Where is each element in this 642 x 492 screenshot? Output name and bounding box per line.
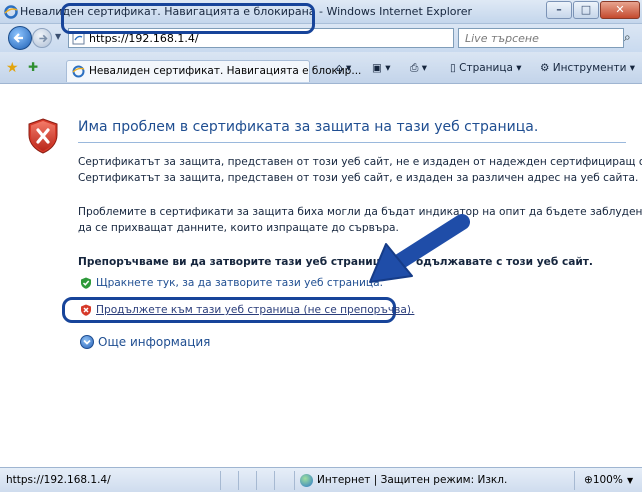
search-input[interactable]: Live търсене — [458, 28, 624, 48]
security-zone-label[interactable]: Интернет | Защитен режим: Изкл. — [317, 474, 507, 486]
status-divider — [256, 471, 257, 490]
internet-zone-icon — [300, 474, 313, 487]
zoom-value: 100% — [592, 474, 623, 486]
favorites-star-icon[interactable]: ★ — [6, 60, 19, 76]
forward-arrow-icon — [39, 34, 48, 43]
tab-highlight-frame — [61, 3, 315, 34]
search-icon[interactable]: ⌕ — [624, 30, 631, 45]
page-title: Има проблем в сертификата за защита на т… — [78, 119, 539, 135]
history-dropdown-icon[interactable]: ▼ — [55, 32, 61, 41]
zoom-level[interactable]: ⊕100% — [584, 474, 623, 486]
expand-down-icon[interactable] — [80, 335, 94, 349]
forward-button[interactable] — [32, 28, 52, 48]
page-menu-icon: ▯ — [450, 62, 456, 74]
status-divider — [294, 471, 295, 490]
back-button[interactable] — [8, 26, 32, 50]
cert-issue-line-1: Сертификатът за защита, представен от то… — [78, 156, 642, 168]
shield-error-small-icon — [81, 304, 91, 316]
status-divider — [574, 471, 575, 490]
tab-label: Невалиден сертификат. Навигацията е блок… — [89, 65, 362, 77]
tab-page-icon — [72, 65, 85, 78]
page-menu-label: Страница — [459, 62, 513, 74]
continue-link[interactable]: Продължете към тази уеб страница (не се … — [96, 304, 414, 316]
status-url: https://192.168.1.4/ — [6, 474, 111, 486]
minimize-button[interactable]: – — [546, 1, 572, 19]
title-divider — [78, 142, 626, 143]
add-favorites-icon[interactable]: ✚ — [28, 60, 38, 74]
more-info-link[interactable]: Още информация — [98, 335, 210, 349]
close-icon: ✕ — [615, 3, 625, 16]
status-divider — [220, 471, 221, 490]
minimize-icon: – — [556, 3, 562, 16]
status-bar: https://192.168.1.4/ Интернет | Защитен … — [0, 467, 642, 492]
close-page-link[interactable]: Щракнете тук, за да затворите тази уеб с… — [96, 277, 383, 289]
maximize-button[interactable]: □ — [573, 1, 599, 19]
search-placeholder: Live търсене — [465, 32, 539, 45]
gear-icon: ⚙ — [540, 62, 550, 74]
status-divider — [238, 471, 239, 490]
maximize-icon: □ — [580, 3, 592, 16]
tab-current[interactable]: Невалиден сертификат. Навигацията е блок… — [66, 60, 361, 82]
shield-error-icon — [28, 118, 58, 154]
tools-menu-button[interactable]: ⚙ Инструменти ▾ — [540, 62, 635, 74]
back-arrow-icon — [13, 33, 23, 43]
pointer-arrow-icon — [369, 214, 470, 283]
cert-issue-line-2: Сертификатът за защита, представен от то… — [78, 172, 639, 184]
ie-logo-icon — [4, 5, 18, 19]
tab-toolbar: ★ ✚ Невалиден сертификат. Навигацията е … — [0, 52, 642, 84]
close-button[interactable]: ✕ — [600, 1, 640, 19]
zoom-dropdown-icon[interactable]: ▼ — [627, 476, 633, 485]
shield-ok-icon — [81, 277, 91, 289]
feeds-icon[interactable]: ▣ ▾ — [372, 62, 391, 74]
page-menu-button[interactable]: ▯ Страница ▾ — [450, 62, 522, 74]
tools-menu-label: Инструменти — [552, 62, 627, 74]
print-icon[interactable]: ⎙ ▾ — [410, 62, 427, 75]
page-content — [8, 89, 636, 459]
status-divider — [274, 471, 275, 490]
home-icon[interactable]: ⌂ ▾ — [336, 62, 351, 74]
